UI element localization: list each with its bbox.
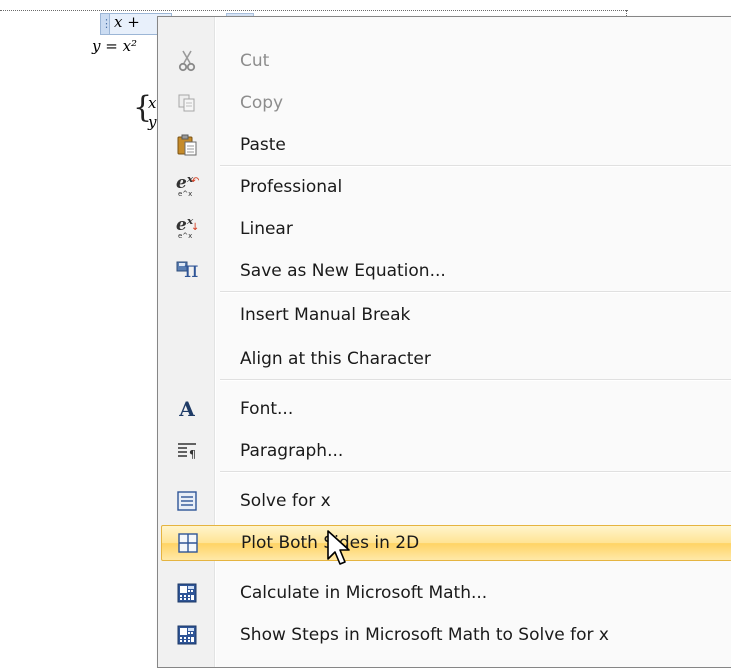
paragraph-icon: ¶ [176, 440, 198, 462]
copy-icon [176, 92, 198, 114]
linear-format-icon: eˣ e^x ↓ [176, 215, 200, 240]
menu-item-plot-both-sides-2d[interactable]: Plot Both Sides in 2D [161, 525, 731, 561]
menu-separator [220, 165, 731, 167]
menu-item-save-as-new-equation[interactable]: π Save as New Equation... [160, 255, 731, 287]
menu-item-label: Copy [240, 93, 284, 113]
menu-item-label: Save as New Equation... [240, 261, 446, 281]
context-menu: Cut Copy Paste eˣ e^x ↶ Professional eˣ … [157, 16, 731, 668]
equation-line-1: x + [114, 13, 140, 31]
menu-item-label: Solve for x [240, 491, 331, 511]
microsoft-math-icon [176, 582, 198, 604]
svg-text:¶: ¶ [189, 448, 196, 460]
menu-item-cut[interactable]: Cut [160, 45, 731, 77]
plot-2d-icon [177, 532, 199, 554]
menu-item-paste[interactable]: Paste [160, 129, 731, 161]
menu-separator [220, 291, 731, 293]
menu-item-align-at-character[interactable]: Align at this Character [160, 343, 731, 375]
menu-item-calculate-microsoft-math[interactable]: Calculate in Microsoft Math... [160, 577, 731, 609]
mouse-cursor-icon [327, 530, 350, 565]
professional-format-icon: eˣ e^x ↶ [176, 173, 200, 198]
menu-item-copy[interactable]: Copy [160, 87, 731, 119]
font-icon: A [179, 397, 195, 421]
menu-item-label: Paste [240, 135, 286, 155]
menu-item-label: Calculate in Microsoft Math... [240, 583, 488, 603]
menu-item-label: Insert Manual Break [240, 305, 411, 325]
menu-separator [220, 471, 731, 473]
solve-icon [176, 490, 198, 512]
scissors-icon [176, 50, 198, 72]
menu-item-label: Linear [240, 219, 293, 239]
menu-item-label: Cut [240, 51, 270, 71]
equation-line-2: y = x² [92, 37, 138, 55]
equation-region-border [0, 10, 628, 11]
menu-item-label: Show Steps in Microsoft Math to Solve fo… [240, 625, 609, 645]
microsoft-math-steps-icon [176, 624, 198, 646]
menu-item-label: Font... [240, 399, 294, 419]
menu-item-label: Paragraph... [240, 441, 344, 461]
menu-item-linear[interactable]: eˣ e^x ↓ Linear [160, 213, 731, 245]
equation-drag-handle-icon[interactable]: ⋮ [101, 14, 112, 34]
menu-item-solve-for-x[interactable]: Solve for x [160, 485, 731, 517]
menu-item-label: Align at this Character [240, 349, 431, 369]
system-eq-y: y [148, 113, 157, 131]
menu-item-font[interactable]: A Font... [160, 393, 731, 425]
menu-item-insert-manual-break[interactable]: Insert Manual Break [160, 299, 731, 331]
system-eq-x: x [148, 94, 157, 112]
menu-separator [220, 379, 731, 381]
menu-item-label: Professional [240, 177, 343, 197]
paste-icon [176, 134, 198, 156]
menu-item-show-steps-microsoft-math[interactable]: Show Steps in Microsoft Math to Solve fo… [160, 619, 731, 651]
save-equation-icon: π [176, 260, 198, 282]
menu-item-professional[interactable]: eˣ e^x ↶ Professional [160, 171, 731, 203]
menu-item-paragraph[interactable]: ¶ Paragraph... [160, 435, 731, 467]
